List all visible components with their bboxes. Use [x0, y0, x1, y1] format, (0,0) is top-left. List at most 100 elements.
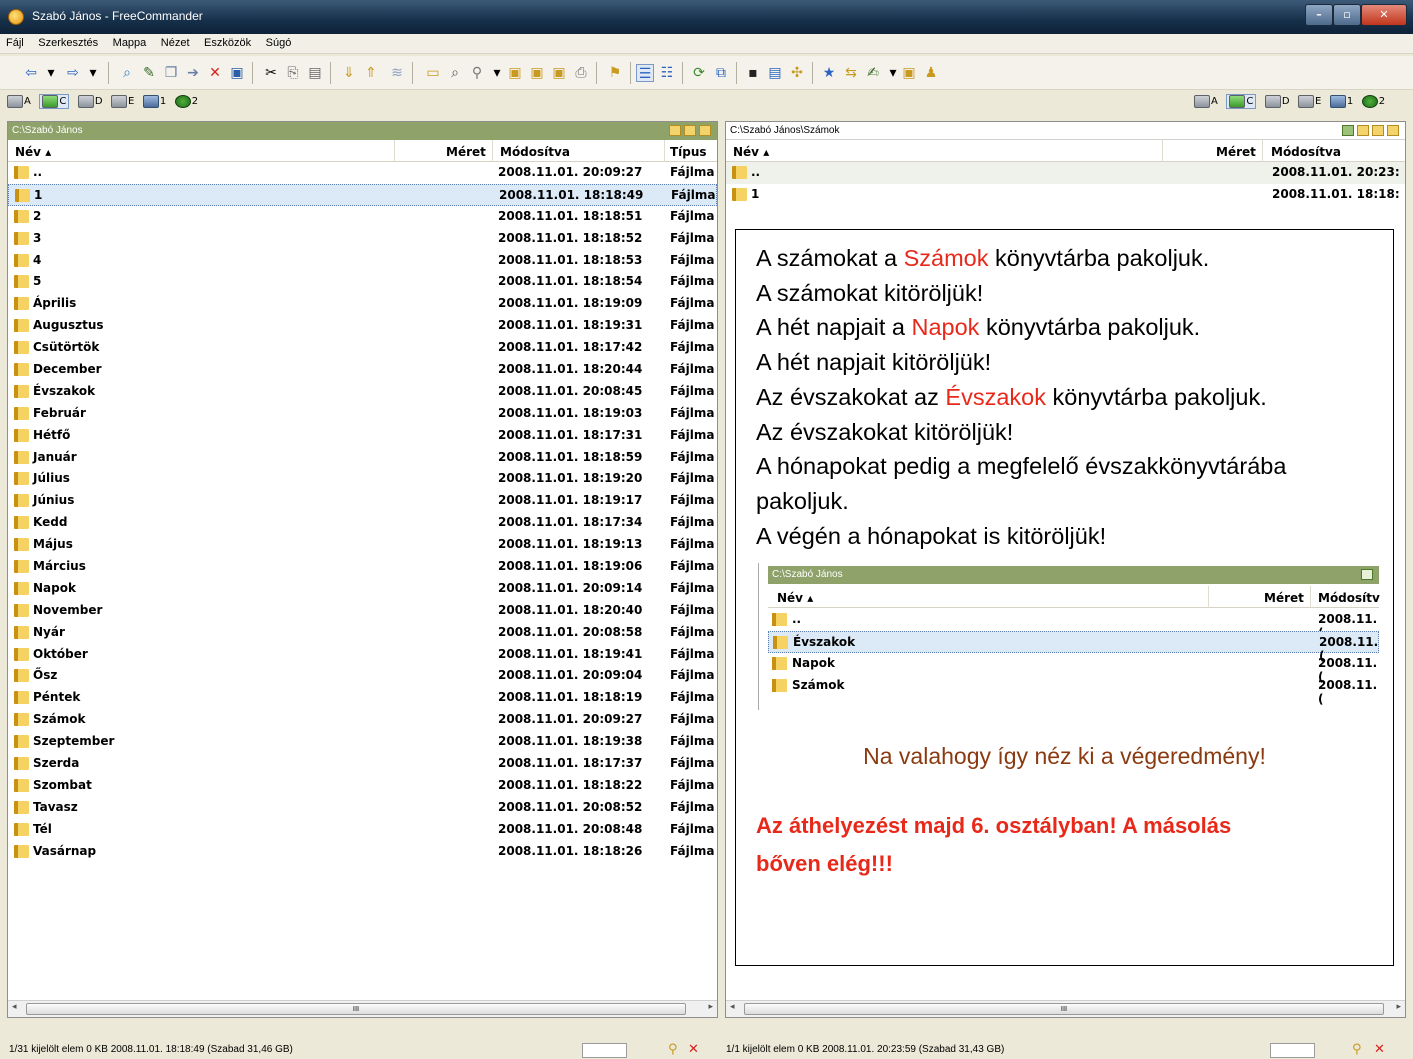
menu-edit[interactable]: Szerkesztés: [32, 34, 103, 49]
column-size-header[interactable]: Méret: [446, 145, 486, 159]
left-horizontal-scrollbar[interactable]: ◂ III ▸: [8, 1000, 717, 1017]
table-row[interactable]: Vasárnap 2008.11.01. 18:18:26 Fájlma: [8, 841, 717, 863]
scroll-left-icon[interactable]: ◂: [12, 1002, 17, 1012]
search-icon[interactable]: ⌕: [446, 64, 464, 82]
new-folder-icon[interactable]: ▭: [424, 64, 442, 82]
folder-up-icon[interactable]: [1387, 125, 1399, 136]
table-row[interactable]: Március 2008.11.01. 18:19:06 Fájlma: [8, 556, 717, 578]
table-row[interactable]: Január 2008.11.01. 18:18:59 Fájlma: [8, 447, 717, 469]
column-type-header[interactable]: Típus: [670, 145, 707, 159]
scrollbar-thumb[interactable]: III: [26, 1003, 686, 1015]
copy-icon[interactable]: ❐: [162, 64, 180, 82]
column-modified-header[interactable]: Módosítva: [500, 145, 570, 159]
table-row[interactable]: Tavasz 2008.11.01. 20:08:52 Fájlma: [8, 797, 717, 819]
table-row[interactable]: .. 2008.11.01. 20:23:: [726, 162, 1405, 184]
column-separator[interactable]: [1262, 140, 1263, 162]
folder-icon[interactable]: [1372, 125, 1384, 136]
drive-button-c[interactable]: C: [1226, 94, 1257, 109]
table-row[interactable]: 2 2008.11.01. 18:18:51 Fájlma: [8, 206, 717, 228]
filter-icon[interactable]: ⚲: [668, 1042, 678, 1057]
clear-filter-icon[interactable]: ✕: [1374, 1042, 1385, 1057]
table-row[interactable]: Ősz 2008.11.01. 20:09:04 Fájlma: [8, 665, 717, 687]
maximize-button[interactable]: ▫: [1333, 4, 1361, 26]
delete-icon[interactable]: ✕: [206, 64, 224, 82]
delete-folder-icon[interactable]: ▣: [228, 64, 246, 82]
column-name-header[interactable]: Név ▴: [15, 145, 51, 159]
table-row[interactable]: November 2008.11.01. 18:20:40 Fájlma: [8, 600, 717, 622]
new-file-icon[interactable]: [1357, 125, 1369, 136]
table-row[interactable]: Hétfő 2008.11.01. 18:17:31 Fájlma: [8, 425, 717, 447]
copy-clipboard-icon[interactable]: ⎘: [284, 64, 302, 82]
filter-dropdown-icon[interactable]: ▾: [488, 64, 506, 82]
unpack-icon[interactable]: ⇑: [362, 64, 380, 82]
menu-folder[interactable]: Mappa: [107, 34, 152, 49]
tree-icon[interactable]: ⚑: [606, 64, 624, 82]
table-row[interactable]: Szeptember 2008.11.01. 18:19:38 Fájlma: [8, 731, 717, 753]
table-row[interactable]: Nyár 2008.11.01. 20:08:58 Fájlma: [8, 622, 717, 644]
drive-button-2[interactable]: 2: [1361, 95, 1385, 108]
drive-button-c[interactable]: C: [39, 94, 70, 109]
back-dropdown-icon[interactable]: ▾: [42, 64, 60, 82]
table-row[interactable]: 4 2008.11.01. 18:18:53 Fájlma: [8, 250, 717, 272]
details-view-icon[interactable]: ☰: [636, 64, 654, 82]
table-row[interactable]: 3 2008.11.01. 18:18:52 Fájlma: [8, 228, 717, 250]
drive-button-1[interactable]: 1: [142, 95, 166, 108]
drive-button-d[interactable]: D: [1264, 95, 1290, 108]
move-icon[interactable]: ➔: [184, 64, 202, 82]
menu-file[interactable]: Fájl: [0, 34, 29, 49]
edit-icon[interactable]: ✎: [140, 64, 158, 82]
folder-icon[interactable]: [684, 125, 696, 136]
settings-icon[interactable]: ✣: [788, 64, 806, 82]
favorite-folder-icon[interactable]: [1342, 125, 1354, 136]
shell-icon[interactable]: ♟: [922, 64, 940, 82]
menu-view[interactable]: Nézet: [155, 34, 195, 49]
right-quick-filter-input[interactable]: [1270, 1043, 1315, 1058]
column-separator[interactable]: [394, 140, 395, 162]
new-file-icon[interactable]: [669, 125, 681, 136]
table-row[interactable]: Csütörtök 2008.11.01. 18:17:42 Fájlma: [8, 337, 717, 359]
clear-filter-icon[interactable]: ✕: [688, 1042, 699, 1057]
scrollbar-thumb[interactable]: III: [744, 1003, 1384, 1015]
menu-help[interactable]: Súgó: [260, 34, 297, 49]
table-row[interactable]: Évszakok 2008.11.01. 20:08:45 Fájlma: [8, 381, 717, 403]
drive-button-d[interactable]: D: [77, 95, 103, 108]
table-row[interactable]: 5 2008.11.01. 18:18:54 Fájlma: [8, 271, 717, 293]
table-row[interactable]: Október 2008.11.01. 18:19:41 Fájlma: [8, 644, 717, 666]
tools-icon[interactable]: ✍: [864, 64, 882, 82]
view-icon[interactable]: ⌕: [118, 64, 136, 82]
compare-icon[interactable]: ≋: [388, 64, 406, 82]
drive-button-2[interactable]: 2: [174, 95, 198, 108]
forward-dropdown-icon[interactable]: ▾: [84, 64, 102, 82]
scroll-right-icon[interactable]: ▸: [708, 1002, 713, 1012]
right-path-bar[interactable]: C:\Szabó János\Számok: [726, 122, 1405, 140]
drive-button-1[interactable]: 1: [1329, 95, 1353, 108]
column-modified-header[interactable]: Módosítva: [1271, 145, 1341, 159]
kb-icon[interactable]: ▣: [528, 64, 546, 82]
filter-icon[interactable]: ⚲: [1352, 1042, 1362, 1057]
console-icon[interactable]: ▪: [744, 64, 762, 82]
back-icon[interactable]: ⇦: [22, 64, 40, 82]
table-row[interactable]: Augusztus 2008.11.01. 18:19:31 Fájlma: [8, 315, 717, 337]
scroll-right-icon[interactable]: ▸: [1396, 1002, 1401, 1012]
table-row[interactable]: Péntek 2008.11.01. 18:18:19 Fájlma: [8, 687, 717, 709]
table-row[interactable]: Június 2008.11.01. 18:19:17 Fájlma: [8, 490, 717, 512]
column-separator[interactable]: [1162, 140, 1163, 162]
column-name-header[interactable]: Név ▴: [733, 145, 769, 159]
table-row[interactable]: 1 2008.11.01. 18:18:49 Fájlma: [8, 183, 717, 206]
archive-icon[interactable]: ▣: [900, 64, 918, 82]
right-horizontal-scrollbar[interactable]: ◂ III ▸: [726, 1000, 1405, 1017]
pack-icon[interactable]: ⇓: [340, 64, 358, 82]
forward-icon[interactable]: ⇨: [64, 64, 82, 82]
cut-icon[interactable]: ✂: [262, 64, 280, 82]
column-separator[interactable]: [664, 140, 665, 162]
folder-size-icon[interactable]: ▣: [506, 64, 524, 82]
left-path-bar[interactable]: C:\Szabó János: [8, 122, 717, 140]
swap-panels-icon[interactable]: ⧉: [712, 64, 730, 82]
table-row[interactable]: Tél 2008.11.01. 20:08:48 Fájlma: [8, 819, 717, 841]
sync-icon[interactable]: ⇆: [842, 64, 860, 82]
drive-button-a[interactable]: A: [1194, 95, 1218, 108]
favorites-icon[interactable]: ★: [820, 64, 838, 82]
table-row[interactable]: .. 2008.11.01. 20:09:27 Fájlma: [8, 162, 717, 184]
scroll-left-icon[interactable]: ◂: [730, 1002, 735, 1012]
title-bar[interactable]: Szabó János - FreeCommander – ▫ ✕: [0, 0, 1413, 34]
